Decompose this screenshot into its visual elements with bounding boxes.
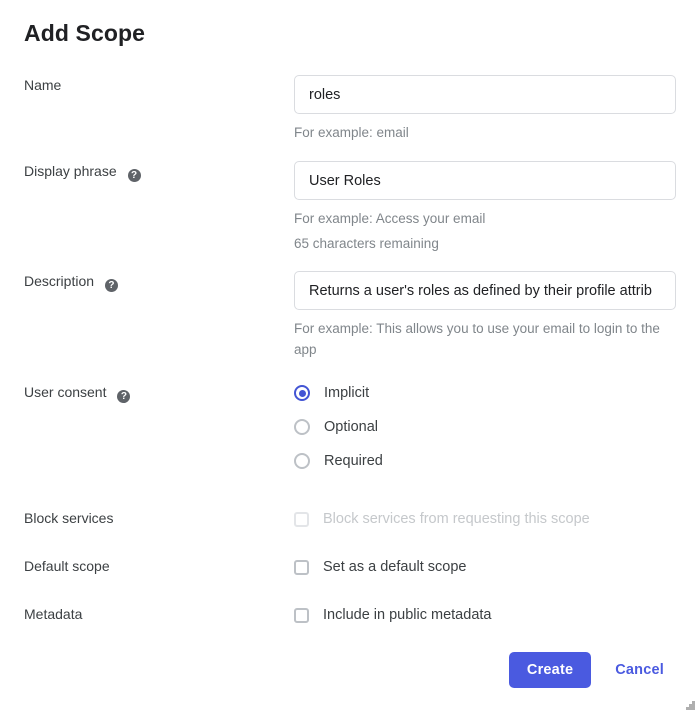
display-phrase-char-counter: 65 characters remaining xyxy=(294,233,676,254)
display-phrase-input[interactable] xyxy=(294,161,676,200)
radio-option-optional[interactable]: Optional xyxy=(294,416,676,438)
user-consent-label-text: User consent xyxy=(24,384,106,400)
checkbox-row-metadata[interactable]: Include in public metadata xyxy=(294,604,676,626)
block-services-label-text: Block services xyxy=(24,510,113,526)
checkbox-label-block-services: Block services from requesting this scop… xyxy=(323,509,590,529)
add-scope-dialog: Add Scope Name For example: email Displa… xyxy=(0,0,696,711)
default-scope-label: Default scope xyxy=(24,556,274,576)
radio-option-implicit[interactable]: Implicit xyxy=(294,382,676,404)
checkbox-label-default-scope: Set as a default scope xyxy=(323,557,467,577)
metadata-label: Metadata xyxy=(24,604,274,624)
radio-indicator-required[interactable] xyxy=(294,453,310,469)
radio-label-implicit: Implicit xyxy=(324,383,369,403)
radio-indicator-implicit[interactable] xyxy=(294,385,310,401)
description-field-group: For example: This allows you to use your… xyxy=(294,271,676,360)
display-phrase-label-text: Display phrase xyxy=(24,163,117,179)
radio-label-optional: Optional xyxy=(324,417,378,437)
radio-option-required[interactable]: Required xyxy=(294,450,676,472)
radio-indicator-optional[interactable] xyxy=(294,419,310,435)
name-hint: For example: email xyxy=(294,122,676,143)
cancel-button[interactable]: Cancel xyxy=(603,652,676,688)
help-circle-icon[interactable]: ? xyxy=(105,279,118,292)
display-phrase-hint: For example: Access your email xyxy=(294,208,676,229)
user-consent-label: User consent ? xyxy=(24,382,274,403)
checkbox-row-default-scope[interactable]: Set as a default scope xyxy=(294,556,676,578)
radio-label-required: Required xyxy=(324,451,383,471)
help-circle-icon[interactable]: ? xyxy=(117,390,130,403)
metadata-field-group: Include in public metadata xyxy=(294,604,676,626)
display-phrase-label: Display phrase ? xyxy=(24,161,274,182)
checkbox-indicator-default-scope[interactable] xyxy=(294,560,309,575)
block-services-field-group: Block services from requesting this scop… xyxy=(294,508,676,530)
create-button[interactable]: Create xyxy=(509,652,591,688)
description-label-text: Description xyxy=(24,273,94,289)
name-field-group: For example: email xyxy=(294,75,676,143)
name-input[interactable] xyxy=(294,75,676,114)
dialog-actions: Create Cancel xyxy=(509,652,676,688)
checkbox-label-metadata: Include in public metadata xyxy=(323,605,491,625)
checkbox-row-block-services: Block services from requesting this scop… xyxy=(294,508,676,530)
description-hint: For example: This allows you to use your… xyxy=(294,318,676,360)
resize-handle-icon[interactable] xyxy=(686,701,695,710)
default-scope-field-group: Set as a default scope xyxy=(294,556,676,578)
block-services-label: Block services xyxy=(24,508,274,528)
user-consent-radio-group: Implicit Optional Required xyxy=(294,382,676,472)
metadata-label-text: Metadata xyxy=(24,606,82,622)
name-label: Name xyxy=(24,75,274,95)
display-phrase-field-group: For example: Access your email 65 charac… xyxy=(294,161,676,254)
description-label: Description ? xyxy=(24,271,274,292)
name-label-text: Name xyxy=(24,77,61,93)
description-input[interactable] xyxy=(294,271,676,310)
checkbox-indicator-metadata[interactable] xyxy=(294,608,309,623)
checkbox-indicator-block-services xyxy=(294,512,309,527)
default-scope-label-text: Default scope xyxy=(24,558,110,574)
page-title: Add Scope xyxy=(24,18,145,48)
help-circle-icon[interactable]: ? xyxy=(128,169,141,182)
